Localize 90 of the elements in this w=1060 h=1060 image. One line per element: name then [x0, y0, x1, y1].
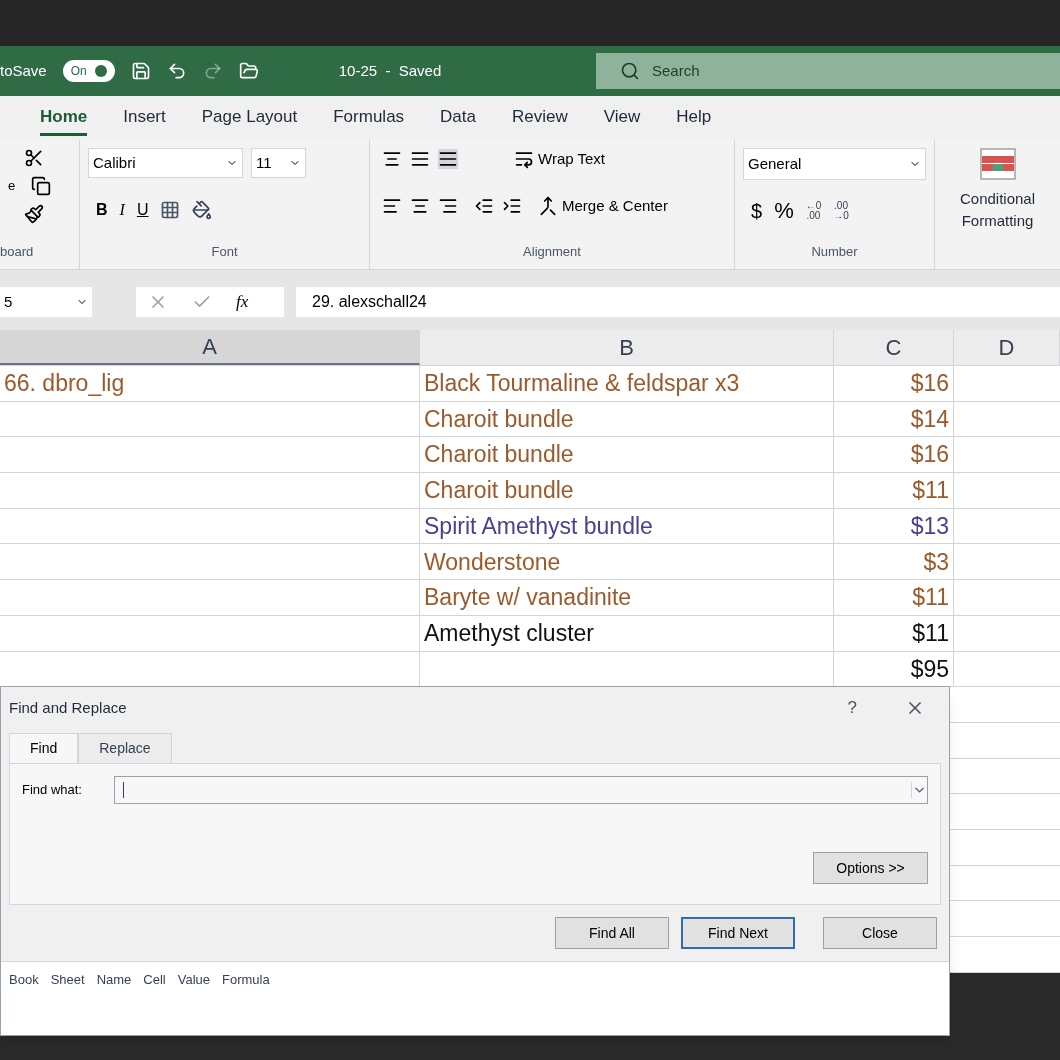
ribbon-tab[interactable]: Home [40, 103, 88, 136]
wrap-text-icon [514, 149, 534, 170]
conditional-formatting-button[interactable]: Conditional Formatting [959, 188, 1036, 232]
table-cell-text: Charoit bundle [424, 404, 574, 434]
number-format-field[interactable]: General [743, 148, 926, 180]
group-label: Number [811, 242, 858, 261]
column-header[interactable]: A [0, 330, 420, 365]
table-cell-text: $16 [910, 369, 949, 399]
table-cell-text: $16 [910, 440, 949, 470]
column-header[interactable]: B [420, 330, 834, 365]
group-label: board [0, 242, 35, 261]
options-button[interactable]: Options >> [813, 852, 928, 884]
group-label: Font [211, 242, 238, 261]
formula-field[interactable]: 29. alexschall24 [296, 287, 1060, 317]
percent-button[interactable]: % [774, 194, 794, 228]
table-cell-text: Amethyst cluster [424, 618, 594, 648]
increase-decimal-button[interactable]: ←0 .00 [805, 200, 822, 221]
align-center-icon[interactable] [410, 196, 430, 216]
dialog-button[interactable]: Close [823, 917, 937, 949]
dialog-button[interactable]: Find Next [681, 917, 795, 949]
search-icon [620, 61, 640, 81]
undo-icon[interactable] [166, 61, 187, 81]
name-box[interactable]: 5 [0, 287, 92, 317]
results-column-header[interactable]: Sheet [50, 970, 85, 1035]
table-cell-text: $11 [912, 618, 949, 648]
italic-button[interactable]: I [119, 197, 125, 222]
format-painter-icon[interactable] [24, 204, 44, 224]
results-column-header[interactable]: Book [9, 970, 39, 1035]
dialog-tab[interactable]: Replace [78, 733, 172, 763]
column-header[interactable]: D [954, 330, 1060, 365]
cut-icon[interactable] [24, 148, 44, 168]
search-field[interactable]: Search [596, 53, 1060, 89]
align-right-icon[interactable] [438, 196, 458, 216]
ribbon-tab[interactable]: Data [440, 103, 476, 136]
table-cell-text: Black Tourmaline & feldspar x3 [424, 369, 740, 399]
ribbon-tab[interactable]: View [603, 103, 641, 136]
table-cell-text: Spirit Amethyst bundle [424, 511, 653, 541]
table-cell-text: Wonderstone [424, 547, 561, 577]
save-icon[interactable] [130, 61, 151, 81]
fill-color-icon[interactable] [192, 199, 213, 220]
help-button[interactable]: ? [847, 695, 857, 721]
results-column-header[interactable]: Cell [143, 970, 166, 1035]
dialog-title: Find and Replace [9, 697, 127, 718]
font-name-field[interactable]: Calibri [88, 148, 243, 178]
copy-icon[interactable] [31, 176, 52, 196]
align-left-icon[interactable] [382, 196, 402, 216]
dialog-tab[interactable]: Find [9, 733, 79, 763]
results-column-header[interactable]: Formula [222, 970, 270, 1035]
dialog-button[interactable]: Find All [555, 917, 669, 949]
table-cell-text: $14 [910, 404, 949, 434]
merge-icon [538, 196, 558, 216]
table-cell-text: Charoit bundle [424, 476, 574, 506]
group-label: Alignment [523, 242, 581, 261]
table-cell-text: $11 [912, 583, 949, 613]
currency-button[interactable]: $ [751, 195, 763, 226]
align-bottom-icon[interactable] [438, 149, 458, 170]
ribbon-tab[interactable]: Formulas [333, 103, 405, 136]
autosave-toggle[interactable]: On [62, 60, 115, 82]
results-column-header[interactable]: Value [177, 970, 210, 1035]
chevron-down-icon[interactable] [911, 782, 927, 798]
ribbon-tab[interactable]: Help [676, 103, 712, 136]
decrease-decimal-button[interactable]: .00 →0 [833, 200, 849, 221]
conditional-formatting-icon[interactable] [979, 148, 1016, 180]
table-cell-text: Charoit bundle [424, 440, 574, 470]
indent-decrease-icon[interactable] [474, 196, 494, 216]
ribbon-tab[interactable]: Insert [123, 103, 166, 136]
ribbon-tab[interactable]: Page Layout [201, 103, 298, 136]
table-cell-text: $95 [910, 654, 949, 684]
underline-button[interactable]: U [136, 197, 149, 222]
find-what-label: Find what: [22, 781, 82, 800]
find-what-field[interactable] [114, 776, 928, 804]
wrap-text-button[interactable]: Wrap Text [514, 148, 605, 171]
insert-function-button[interactable]: fx [236, 289, 249, 315]
folder-icon[interactable] [238, 61, 259, 81]
table-cell-text: 66. dbro_lig [4, 369, 125, 399]
table-cell-text: $13 [910, 511, 949, 541]
ribbon-tab[interactable]: Review [512, 103, 568, 136]
bold-button[interactable]: B [96, 197, 108, 222]
column-header[interactable]: C [834, 330, 954, 365]
autosave-label: toSave [0, 60, 47, 81]
indent-increase-icon[interactable] [502, 196, 522, 216]
paste-label[interactable]: e [8, 176, 16, 196]
table-cell-text: $3 [923, 547, 949, 577]
doc-title[interactable]: 10-25 - Saved [338, 59, 442, 83]
results-column-header[interactable]: Name [96, 970, 132, 1035]
table-cell-text: Baryte w/ vanadinite [424, 583, 632, 613]
borders-icon[interactable] [160, 199, 181, 220]
font-size-field[interactable]: 11 [251, 148, 306, 178]
merge-center-button[interactable]: Merge & Center [538, 194, 668, 218]
table-cell-text: $11 [912, 476, 949, 506]
